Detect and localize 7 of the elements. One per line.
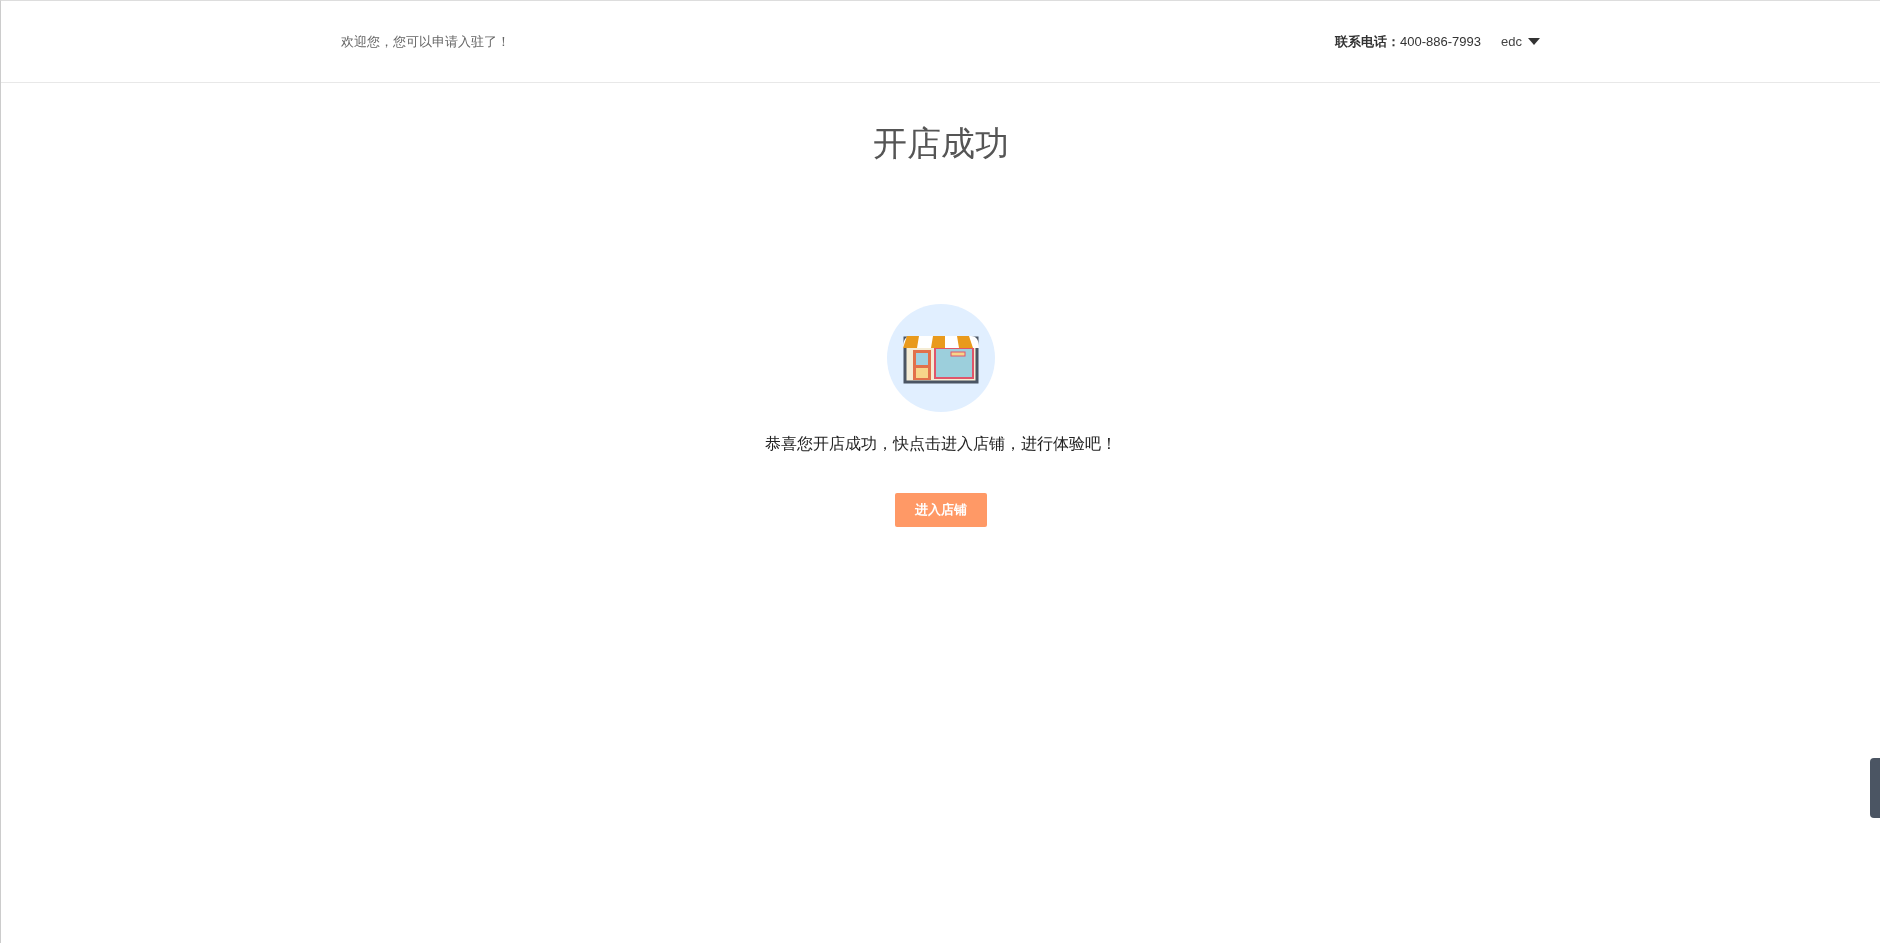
contact-phone: 联系电话：400-886-7993: [1335, 32, 1482, 51]
side-widget[interactable]: [1870, 758, 1880, 818]
welcome-text: 欢迎您，您可以申请入驻了！: [341, 32, 510, 51]
page-title: 开店成功: [872, 123, 1009, 164]
success-message: 恭喜您开店成功，快点击进入店铺，进行体验吧！: [764, 434, 1117, 454]
caret-icon: [1528, 38, 1540, 45]
user-menu[interactable]: edc: [1501, 34, 1540, 49]
